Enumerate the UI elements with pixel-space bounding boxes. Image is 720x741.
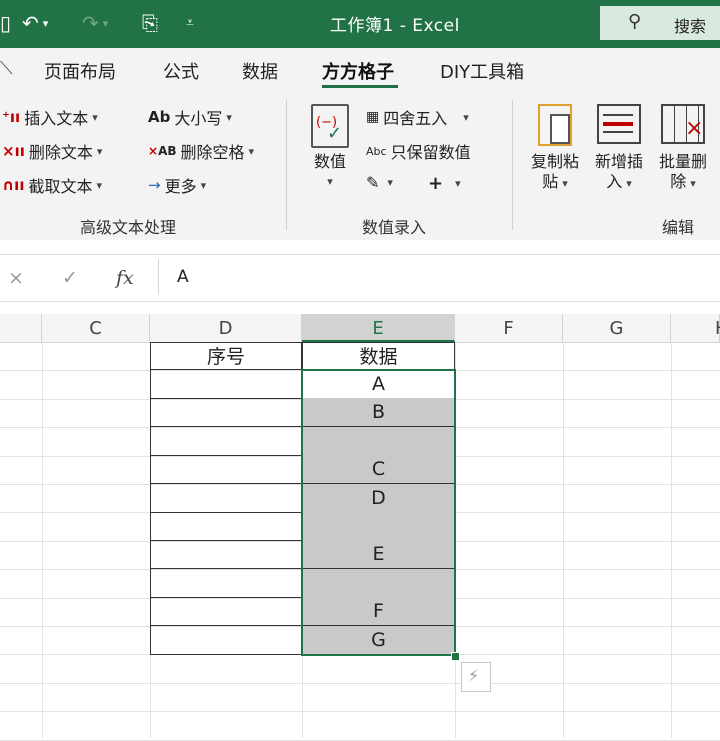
tab-diy-toolbox[interactable]: DIY工具箱 [440, 58, 524, 84]
formula-value: A [177, 267, 189, 287]
title-bar: ▯ ↶ ▾ ↷ ▾ ⎘ ⩡ 工作簿1 - Excel ⚲ 搜索 [0, 0, 720, 48]
table-cell-d[interactable] [150, 540, 302, 570]
plus-icon: + [428, 173, 444, 194]
table-cell-d[interactable] [150, 625, 302, 655]
cut-text-label: 截取文本 [28, 177, 93, 196]
cut-text-button[interactable]: ∩ıı 截取文本 ▾ [2, 173, 102, 197]
case-icon: Ab [148, 108, 171, 126]
ribbon-tabs: ⟍ 页面布局 公式 数据 方方格子 DIY工具箱 [0, 48, 720, 90]
batch-delete-button[interactable]: × 批量删 除 ▾ [654, 104, 712, 194]
round-label: 四舍五入 [383, 109, 448, 128]
more-label: 更多 [164, 177, 197, 196]
fill-handle[interactable] [451, 652, 460, 661]
case-label: 大小写 [174, 109, 223, 128]
group-separator [512, 100, 513, 230]
delete-text-icon: ×ıı [2, 142, 25, 160]
worksheet-grid[interactable]: 序号 数据 ABCDEFG [0, 342, 720, 741]
quick-analysis-icon: ⚡ [468, 666, 480, 685]
table-cell-d[interactable] [150, 512, 302, 541]
header-cell-d[interactable]: 序号 [150, 342, 302, 370]
undo-icon[interactable]: ↶ ▾ [22, 8, 48, 38]
remove-spaces-label: 删除空格 [180, 143, 245, 162]
remove-spaces-button[interactable]: ×AB 删除空格 ▾ [148, 139, 254, 163]
formula-input[interactable]: A [158, 259, 720, 295]
remove-spaces-icon: ×AB [148, 144, 177, 158]
search-icon: ⚲ [628, 11, 642, 32]
column-header-g[interactable]: G [563, 314, 671, 342]
tab-scroll-left-icon[interactable]: ⟍ [0, 58, 13, 79]
edit-form-icon: ✎ [366, 173, 380, 192]
table-cell-d[interactable] [150, 455, 302, 485]
insert-text-icon: ⁺ıı [2, 108, 21, 126]
active-tab-indicator [322, 85, 398, 88]
customize-qat-icon[interactable]: ⩡ [186, 8, 194, 38]
table-cell-d[interactable] [150, 370, 302, 399]
insert-new-label-2: 入 [606, 172, 623, 191]
insert-function-icon[interactable]: fx [116, 267, 134, 289]
tab-page-layout[interactable]: 页面布局 [44, 58, 116, 84]
clipboard-icon [538, 104, 572, 146]
copy-paste-button[interactable]: 复制粘 贴 ▾ [526, 104, 584, 194]
header-cell-e[interactable]: 数据 [302, 342, 455, 370]
round-icon: ▦ [366, 109, 380, 125]
delete-text-label: 删除文本 [28, 143, 93, 162]
numeric-label: 数值 [313, 152, 346, 171]
round-button[interactable]: ▦ 四舍五入 ▾ [366, 105, 469, 129]
group-label-edit: 编辑 [662, 218, 695, 237]
touch-mode-icon[interactable]: ⎘ [142, 8, 158, 38]
column-header-e[interactable]: E [302, 314, 455, 342]
ribbon: ⁺ıı 插入文本 ▾ ×ıı 删除文本 ▾ ∩ıı 截取文本 ▾ Ab 大小写 ▾ ×A… [0, 90, 720, 240]
copy-paste-label-2: 贴 [542, 172, 559, 191]
cancel-icon[interactable]: × [8, 267, 24, 289]
table-cell-d[interactable] [150, 398, 302, 428]
insert-text-label: 插入文本 [24, 109, 89, 128]
chevron-down-icon: ▾ [327, 175, 333, 188]
case-button[interactable]: Ab 大小写 ▾ [148, 105, 232, 129]
keep-numbers-label: 只保留数值 [390, 143, 471, 162]
edit-form-button[interactable]: ✎ ▾ [366, 173, 393, 192]
delete-text-button[interactable]: ×ıı 删除文本 ▾ [2, 139, 102, 163]
selection-border [301, 369, 456, 656]
arrow-right-icon: → [148, 176, 161, 194]
cut-text-icon: ∩ıı [2, 176, 25, 194]
table-cell-d[interactable] [150, 568, 302, 598]
formula-bar: × ✓ fx A [0, 254, 720, 302]
table-cell-d[interactable] [150, 597, 302, 627]
group-separator [286, 100, 287, 230]
insert-rows-icon [597, 104, 641, 144]
insert-text-button[interactable]: ⁺ıı 插入文本 ▾ [2, 105, 98, 129]
batch-delete-label-2: 除 [670, 172, 687, 191]
column-header-d[interactable]: D [150, 314, 302, 342]
redo-icon[interactable]: ↷ ▾ [82, 8, 108, 38]
save-icon[interactable]: ▯ [0, 8, 11, 38]
tab-data[interactable]: 数据 [242, 58, 278, 84]
numeric-button[interactable]: (−) ✓ 数值 ▾ [306, 104, 354, 192]
column-header-c[interactable]: C [42, 314, 150, 342]
column-header-h[interactable]: H [671, 314, 720, 342]
keep-numbers-icon: Abc [366, 144, 387, 158]
group-label-text: 高级文本处理 [80, 218, 177, 237]
quick-analysis-button[interactable]: ⚡ [461, 662, 491, 692]
batch-delete-label: 批量删 [658, 152, 707, 171]
enter-icon[interactable]: ✓ [62, 267, 78, 289]
numeric-icon: (−) ✓ [311, 104, 349, 148]
window-title: 工作簿1 - Excel [330, 16, 460, 36]
copy-paste-label: 复制粘 [530, 152, 579, 171]
search-box[interactable]: ⚲ 搜索 [600, 6, 720, 40]
plus-button[interactable]: + ▾ [428, 173, 461, 194]
insert-new-label: 新增插 [594, 152, 643, 171]
delete-grid-icon: × [661, 104, 705, 144]
table-cell-d[interactable] [150, 426, 302, 456]
tab-formulas[interactable]: 公式 [163, 58, 199, 84]
column-header-f[interactable]: F [455, 314, 563, 342]
table-cell-d[interactable] [150, 483, 302, 513]
column-header-b[interactable] [0, 314, 42, 342]
search-label: 搜索 [674, 17, 707, 36]
group-label-entry: 数值录入 [362, 218, 427, 237]
more-button[interactable]: → 更多 ▾ [148, 173, 206, 197]
column-header-row: C D E F G H [0, 314, 720, 343]
tab-fangfang[interactable]: 方方格子 [322, 58, 394, 84]
keep-numbers-button[interactable]: Abc 只保留数值 [366, 139, 471, 163]
insert-new-button[interactable]: 新增插 入 ▾ [590, 104, 648, 194]
